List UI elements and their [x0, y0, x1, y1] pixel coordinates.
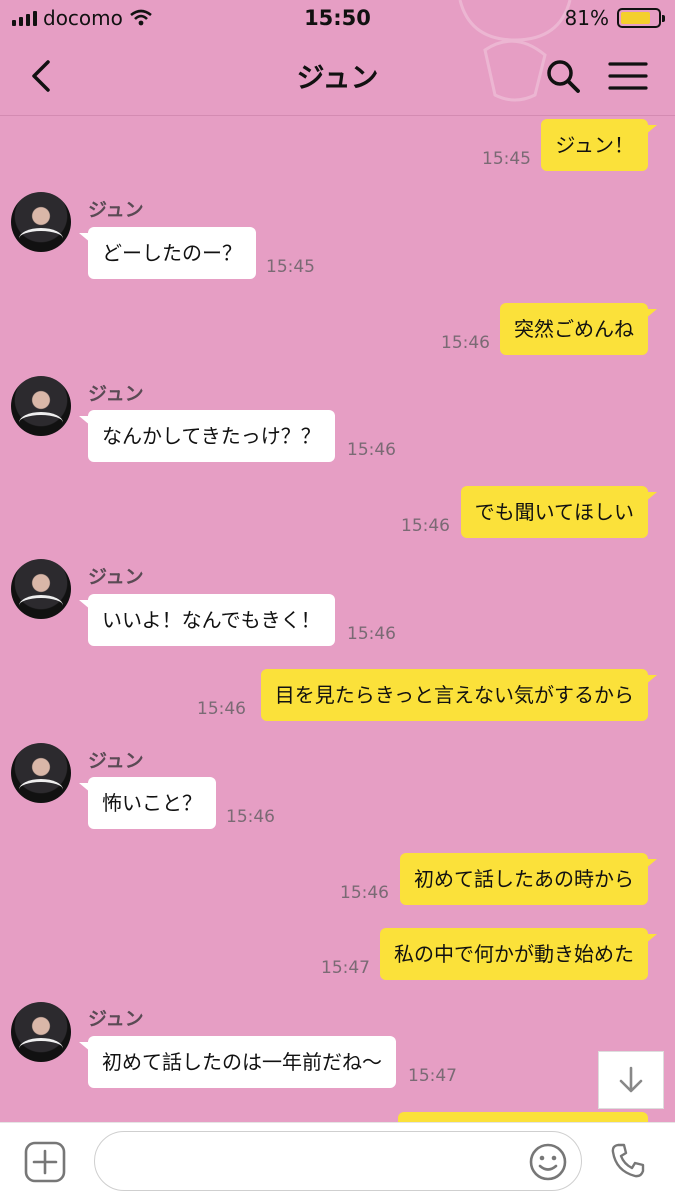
message-time: 15:45	[266, 257, 315, 277]
message-time: 15:46	[347, 624, 396, 644]
message-bubble[interactable]: いいよ！なんでもきく！	[79, 594, 335, 646]
message-outgoing: 突然ごめんね	[500, 303, 657, 355]
message-outgoing: でも聞いてほしい	[460, 486, 658, 538]
message-time: 15:46	[226, 807, 275, 827]
message-outgoing: 初めて話したあの時から	[400, 853, 657, 905]
battery-percent: 81%	[564, 6, 609, 30]
message-bubble[interactable]: ジュン！	[541, 119, 657, 171]
message-incoming: どーしたのー？	[79, 227, 256, 279]
plus-icon[interactable]	[24, 1141, 66, 1183]
partial-message-bubble	[398, 1112, 648, 1122]
sender-name: ジュン	[88, 199, 144, 221]
arrow-down-icon	[619, 1066, 643, 1093]
message-incoming: いいよ！なんでもきく！	[79, 594, 335, 646]
message-bubble[interactable]: 突然ごめんね	[500, 303, 657, 355]
sender-name: ジュン	[88, 566, 144, 588]
status-bar: docomo 15:50 81%	[0, 0, 675, 38]
battery-icon	[617, 8, 665, 28]
message-outgoing: 私の中で何かが動き始めた	[380, 928, 657, 980]
avatar[interactable]	[11, 1002, 71, 1062]
message-input-bar	[0, 1122, 675, 1200]
message-incoming: なんかしてきたっけ？？	[79, 410, 335, 462]
sender-name: ジュン	[88, 750, 144, 772]
scroll-to-bottom-button[interactable]	[598, 1051, 664, 1109]
avatar[interactable]	[11, 743, 71, 803]
search-icon[interactable]	[543, 56, 583, 96]
message-outgoing: ジュン！	[541, 119, 657, 171]
message-bubble[interactable]: 怖いこと？	[79, 777, 216, 829]
message-time: 15:46	[441, 333, 490, 353]
chat-area: ジュン！ 15:45 ジュン どーしたのー？ 15:45 突然ごめんね 15:4…	[0, 117, 675, 1122]
sender-name: ジュン	[88, 383, 144, 405]
message-time: 15:45	[482, 149, 531, 169]
message-time: 15:46	[340, 883, 389, 903]
message-bubble[interactable]: でも聞いてほしい	[460, 486, 658, 538]
message-time: 15:47	[408, 1066, 457, 1086]
avatar[interactable]	[11, 376, 71, 436]
message-bubble[interactable]: なんかしてきたっけ？？	[79, 410, 335, 462]
message-input[interactable]	[94, 1131, 582, 1191]
message-time: 15:46	[197, 699, 246, 719]
message-bubble[interactable]: 私の中で何かが動き始めた	[380, 928, 657, 980]
message-incoming: 初めて話したのは一年前だね〜	[79, 1036, 396, 1088]
message-bubble[interactable]: 目を見たらきっと言えない気がするから	[260, 669, 658, 721]
avatar[interactable]	[11, 192, 71, 252]
hamburger-menu-icon[interactable]	[607, 56, 649, 96]
message-bubble[interactable]: どーしたのー？	[79, 227, 256, 279]
avatar[interactable]	[11, 559, 71, 619]
message-incoming: 怖いこと？	[79, 777, 216, 829]
status-right: 81%	[564, 6, 665, 30]
phone-icon[interactable]	[608, 1141, 648, 1181]
chat-header: ジュン	[0, 38, 675, 116]
message-outgoing: 目を見たらきっと言えない気がするから	[260, 669, 658, 721]
sender-name: ジュン	[88, 1008, 144, 1030]
message-time: 15:46	[401, 516, 450, 536]
message-bubble[interactable]: 初めて話したあの時から	[400, 853, 657, 905]
smiley-icon[interactable]	[528, 1142, 568, 1182]
message-time: 15:47	[321, 958, 370, 978]
message-time: 15:46	[347, 440, 396, 460]
message-bubble[interactable]: 初めて話したのは一年前だね〜	[79, 1036, 396, 1088]
